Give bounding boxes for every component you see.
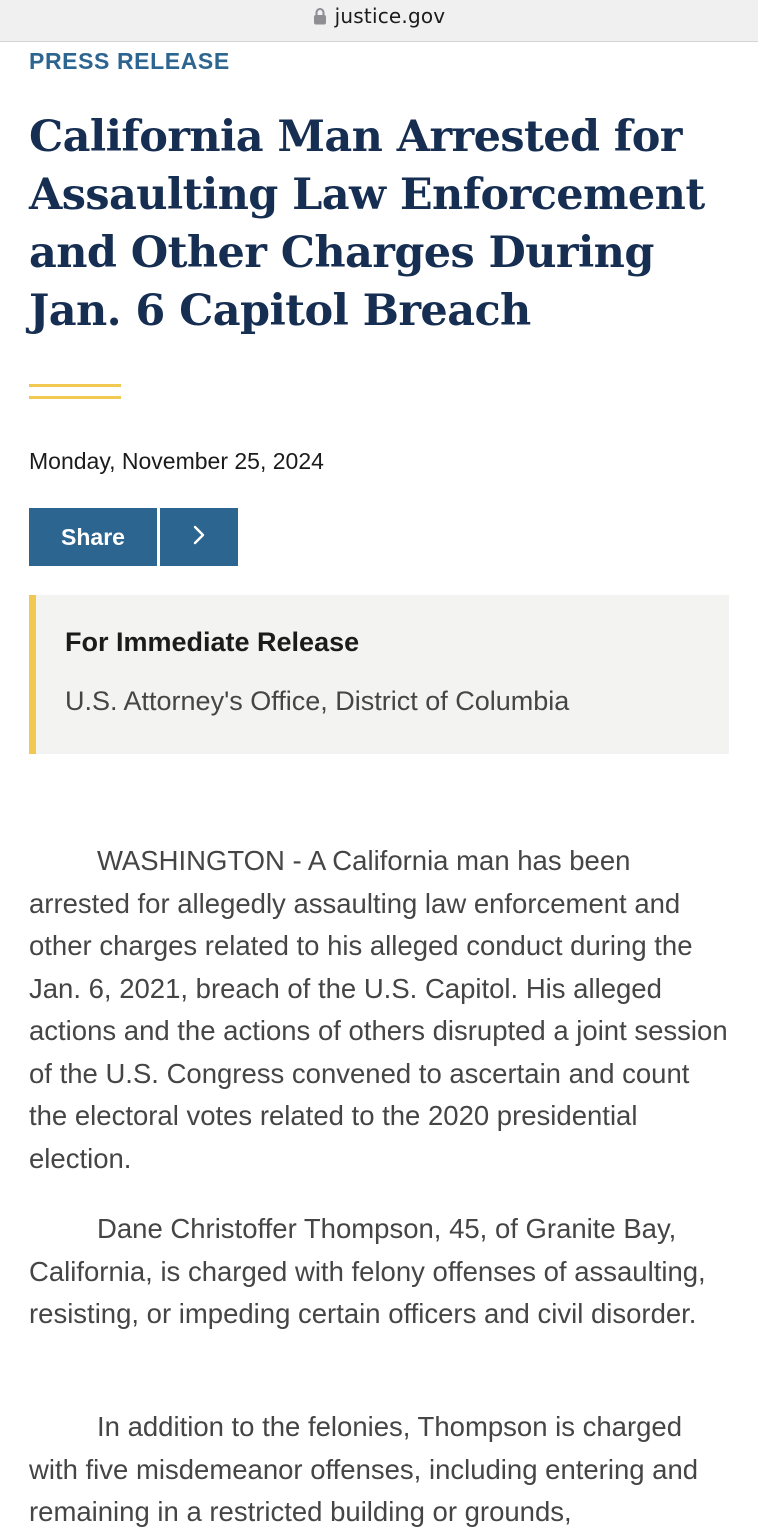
press-release-label: PRESS RELEASE	[29, 48, 230, 74]
release-office: U.S. Attorney's Office, District of Colu…	[65, 686, 570, 716]
url-text: justice.gov	[334, 4, 446, 28]
release-info-box: For Immediate Release U.S. Attorney's Of…	[29, 595, 729, 754]
article-paragraph-1: WASHINGTON - A California man has been a…	[29, 845, 728, 1174]
url-display[interactable]: justice.gov	[0, 4, 758, 28]
article-paragraph-2: Dane Christoffer Thompson, 45, of Granit…	[29, 1213, 706, 1329]
publish-date: Monday, November 25, 2024	[29, 448, 324, 474]
lock-icon	[313, 7, 327, 25]
chevron-right-icon	[192, 524, 206, 551]
title-divider-top	[29, 384, 121, 387]
share-expand-button[interactable]	[160, 508, 238, 566]
page-title: California Man Arrested for Assaulting L…	[29, 112, 705, 336]
article-paragraph-3: In addition to the felonies, Thompson is…	[29, 1411, 699, 1527]
title-divider-bottom	[29, 396, 121, 399]
share-button[interactable]: Share	[29, 508, 157, 566]
release-heading: For Immediate Release	[65, 627, 360, 657]
browser-address-bar[interactable]: justice.gov	[0, 0, 758, 42]
